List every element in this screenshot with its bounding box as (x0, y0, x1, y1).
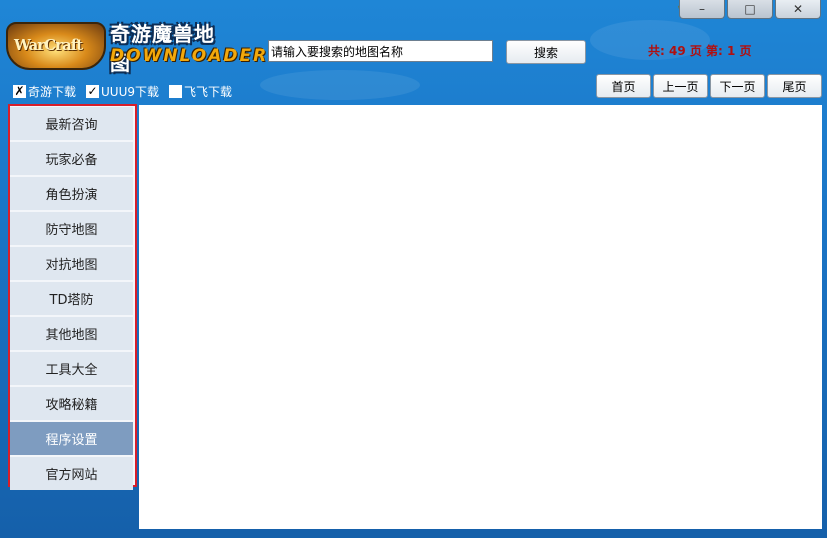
source-option-feifei[interactable]: 飞飞下载 (169, 83, 232, 100)
minimize-button[interactable]: – (679, 0, 725, 19)
app-logo: WarCraft 奇游魔兽地图 DOWNLOADER (6, 16, 266, 75)
source-label: 飞飞下载 (184, 85, 233, 99)
maximize-button[interactable]: □ (727, 0, 773, 19)
app-subtitle: DOWNLOADER (110, 46, 269, 66)
logo-text: WarCraft (14, 36, 83, 54)
prev-page-button[interactable]: 上一页 (653, 74, 708, 98)
sidebar-item-rpg[interactable]: 角色扮演 (10, 177, 133, 210)
category-sidebar: 最新咨询 玩家必备 角色扮演 防守地图 对抗地图 TD塔防 其他地图 工具大全 … (8, 104, 137, 490)
sidebar-item-tools[interactable]: 工具大全 (10, 352, 133, 385)
source-label: UUU9下载 (101, 85, 160, 99)
sidebar-item-latest-news[interactable]: 最新咨询 (10, 107, 133, 140)
sidebar-item-other-maps[interactable]: 其他地图 (10, 317, 133, 350)
sidebar-item-versus-maps[interactable]: 对抗地图 (10, 247, 133, 280)
pagination-controls: 首页 上一页 下一页 尾页 (596, 74, 822, 98)
sidebar-item-settings[interactable]: 程序设置 (10, 422, 133, 455)
sidebar-item-td[interactable]: TD塔防 (10, 282, 133, 315)
page-count-label: 共: 49 页 第: 1 页 (648, 44, 752, 58)
download-source-options: ✗ 奇游下载 ✓ UUU9下载 飞飞下载 (13, 83, 232, 100)
minimize-icon: – (699, 2, 705, 16)
source-option-qiyou[interactable]: ✗ 奇游下载 (13, 83, 76, 100)
window-controls: – □ ✕ (679, 0, 821, 19)
close-button[interactable]: ✕ (775, 0, 821, 19)
source-label: 奇游下载 (28, 85, 77, 99)
background-cloud (260, 70, 420, 100)
sidebar-item-guides[interactable]: 攻略秘籍 (10, 387, 133, 420)
content-panel (139, 105, 822, 529)
source-checkbox[interactable]: ✗ (13, 85, 26, 98)
sidebar-item-player-essentials[interactable]: 玩家必备 (10, 142, 133, 175)
warcraft-emblem: WarCraft (6, 22, 106, 70)
source-option-uuu9[interactable]: ✓ UUU9下载 (86, 83, 159, 100)
search-button[interactable]: 搜索 (506, 40, 586, 64)
source-checkbox[interactable] (169, 85, 183, 98)
source-checkbox[interactable]: ✓ (86, 85, 100, 98)
search-input[interactable] (268, 40, 493, 62)
last-page-button[interactable]: 尾页 (767, 74, 822, 98)
sidebar-item-defense-maps[interactable]: 防守地图 (10, 212, 133, 245)
next-page-button[interactable]: 下一页 (710, 74, 765, 98)
sidebar-item-official-site[interactable]: 官方网站 (10, 457, 133, 490)
maximize-icon: □ (744, 2, 756, 16)
close-icon: ✕ (792, 2, 804, 16)
first-page-button[interactable]: 首页 (596, 74, 651, 98)
